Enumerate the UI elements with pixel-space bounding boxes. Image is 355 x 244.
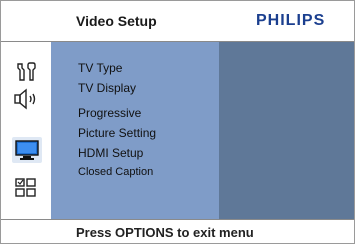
osd-menu-window: Video Setup PHILIPS TV Type TV Display P…	[0, 0, 355, 244]
menu-item-picture-setting[interactable]: Picture Setting	[78, 126, 156, 140]
menu-item-hdmi-setup[interactable]: HDMI Setup	[78, 146, 143, 160]
menu-item-progressive[interactable]: Progressive	[78, 106, 141, 120]
menu-item-tv-type[interactable]: TV Type	[78, 61, 122, 75]
brand-logo: PHILIPS	[256, 12, 326, 29]
header-bar: Video Setup PHILIPS	[1, 1, 354, 41]
preference-setup-icon[interactable]	[15, 178, 37, 198]
footer-hint: Press OPTIONS to exit menu	[76, 225, 254, 240]
page-title: Video Setup	[76, 13, 157, 29]
video-setup-icon[interactable]	[15, 140, 39, 161]
audio-setup-icon[interactable]	[13, 88, 41, 110]
general-setup-icon[interactable]	[15, 62, 39, 84]
menu-item-tv-display[interactable]: TV Display	[78, 81, 136, 95]
footer-bar: Press OPTIONS to exit menu	[1, 220, 354, 243]
submenu-panel	[219, 42, 354, 219]
menu-item-closed-caption[interactable]: Closed Caption	[78, 166, 153, 178]
